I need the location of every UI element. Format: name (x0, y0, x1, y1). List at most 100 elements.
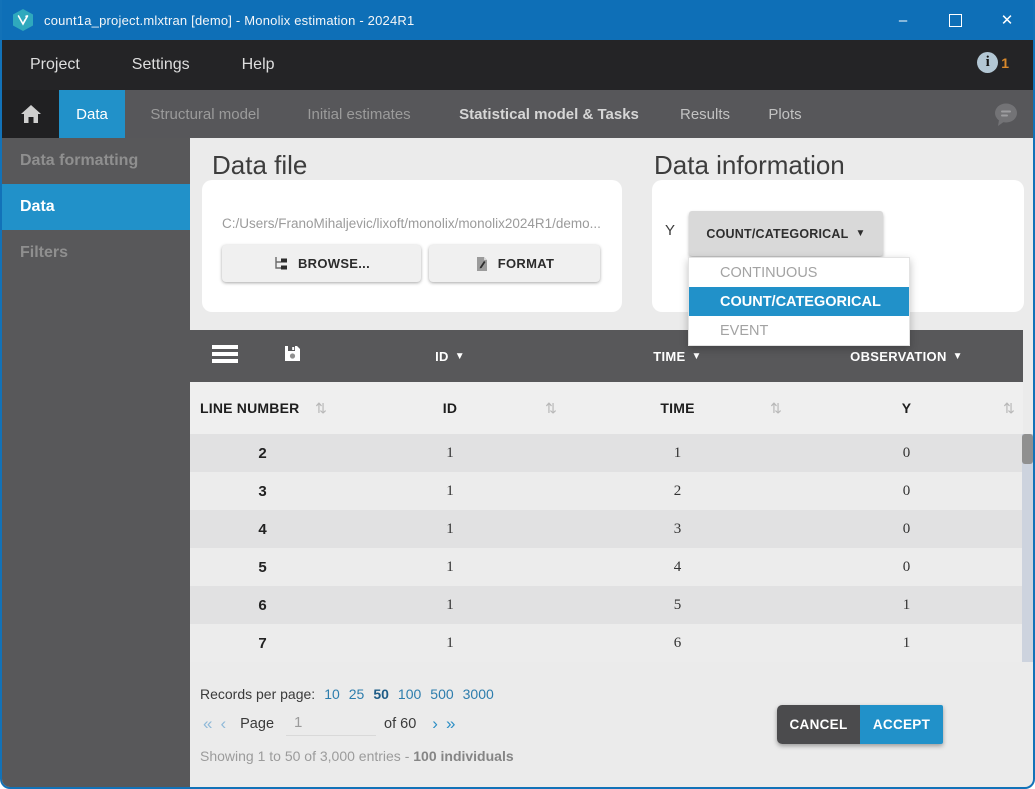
observation-type-menu: CONTINUOUS COUNT/CATEGORICAL EVENT (688, 257, 910, 346)
records-per-page-option[interactable]: 3000 (463, 686, 494, 702)
data-table: ID▼ TIME▼ OBSERVATION▼ LINE NUMBER⇅ ID⇅ … (190, 330, 1023, 662)
title-bar: count1a_project.mlxtran [demo] - Monolix… (2, 0, 1033, 40)
first-page-button[interactable]: « (199, 714, 216, 734)
chevron-down-icon: ▼ (692, 351, 702, 362)
table-cell: 3 (190, 483, 335, 500)
table-body: 211031204130514061517161 (190, 434, 1023, 662)
table-cell: 2 (565, 483, 790, 500)
format-file-icon (475, 256, 489, 272)
info-icon: i (977, 52, 998, 73)
records-per-page-option[interactable]: 25 (349, 686, 365, 702)
column-header-id[interactable]: ID⇅ (335, 382, 565, 434)
data-information-heading: Data information (654, 150, 845, 181)
tab-structural-model[interactable]: Structural model (142, 90, 268, 138)
menu-settings[interactable]: Settings (120, 52, 202, 78)
data-file-heading: Data file (212, 150, 307, 181)
page-number-input[interactable] (286, 712, 376, 736)
table-cell: 4 (190, 521, 335, 538)
close-button[interactable]: ✕ (981, 0, 1033, 40)
table-save-button[interactable] (284, 345, 301, 367)
prev-page-button[interactable]: ‹ (216, 714, 230, 734)
table-cell: 1 (335, 635, 565, 652)
column-header-y[interactable]: Y⇅ (790, 382, 1023, 434)
minimize-button[interactable]: – (877, 0, 929, 40)
sort-icon[interactable]: ⇅ (1003, 400, 1015, 417)
data-file-card: C:/Users/FranoMihaljevic/lixoft/monolix/… (202, 180, 622, 312)
individuals-count: 100 individuals (413, 748, 513, 764)
sidebar-item-data-formatting[interactable]: Data formatting (2, 138, 190, 184)
records-per-page-option[interactable]: 50 (373, 686, 389, 702)
table-cell: 4 (565, 559, 790, 576)
page-of-label: of 60 (384, 716, 416, 732)
home-button[interactable] (2, 90, 59, 138)
data-file-path: C:/Users/FranoMihaljevic/lixoft/monolix/… (222, 216, 606, 231)
menu-option-continuous[interactable]: CONTINUOUS (689, 258, 909, 287)
format-button[interactable]: FORMAT (429, 245, 600, 282)
cancel-button[interactable]: CANCEL (777, 705, 860, 744)
records-options: 10 25 50 100 500 3000 (324, 686, 494, 702)
chevron-down-icon: ▼ (953, 351, 963, 362)
table-scrollbar[interactable] (1022, 434, 1033, 662)
info-count: 1 (1001, 55, 1009, 71)
menu-help[interactable]: Help (230, 52, 287, 78)
pagination: « ‹ Page of 60 › » (199, 712, 459, 736)
menu-option-count-categorical[interactable]: COUNT/CATEGORICAL (689, 287, 909, 316)
menu-bar: Project Settings Help i 1 (2, 40, 1033, 90)
table-header-row: LINE NUMBER⇅ ID⇅ TIME⇅ Y⇅ (190, 382, 1023, 434)
browse-button[interactable]: BROWSE... (222, 245, 421, 282)
showing-entries-text: Showing 1 to 50 of 3,000 entries - 100 i… (200, 748, 514, 764)
sidebar-item-filters[interactable]: Filters (2, 230, 190, 276)
table-cell: 7 (190, 635, 335, 652)
sort-icon[interactable]: ⇅ (315, 400, 327, 417)
records-per-page-option[interactable]: 500 (430, 686, 453, 702)
time-column-dropdown[interactable]: TIME▼ (565, 349, 790, 364)
table-cell: 0 (790, 445, 1023, 462)
column-header-time[interactable]: TIME⇅ (565, 382, 790, 434)
scrollbar-thumb[interactable] (1022, 434, 1033, 464)
page-label: Page (240, 716, 274, 732)
save-icon (284, 345, 301, 362)
observation-type-dropdown[interactable]: COUNT/CATEGORICAL ▼ (689, 211, 883, 256)
notifications-badge[interactable]: i 1 (977, 52, 1009, 73)
records-per-page-option[interactable]: 100 (398, 686, 421, 702)
records-per-page-option[interactable]: 10 (324, 686, 340, 702)
table-row: 3120 (190, 472, 1023, 510)
sort-icon[interactable]: ⇅ (770, 400, 782, 417)
table-cell: 0 (790, 559, 1023, 576)
chevron-down-icon: ▼ (855, 228, 865, 239)
column-header-line-number[interactable]: LINE NUMBER⇅ (190, 382, 335, 434)
table-cell: 1 (790, 635, 1023, 652)
tab-results[interactable]: Results (676, 90, 734, 138)
records-per-page: Records per page: 1025501005003000 (200, 686, 494, 702)
table-cell: 0 (790, 483, 1023, 500)
chat-icon (993, 101, 1019, 127)
table-cell: 5 (190, 559, 335, 576)
tab-statistical-model-tasks[interactable]: Statistical model & Tasks (451, 90, 647, 138)
table-row: 2110 (190, 434, 1023, 472)
table-cell: 1 (335, 521, 565, 538)
id-column-dropdown[interactable]: ID▼ (335, 349, 565, 364)
menu-option-event[interactable]: EVENT (689, 316, 909, 345)
chevron-down-icon: ▼ (455, 351, 465, 362)
last-page-button[interactable]: » (442, 714, 459, 734)
table-row: 6151 (190, 586, 1023, 624)
tab-data[interactable]: Data (59, 90, 125, 138)
menu-project[interactable]: Project (18, 52, 92, 78)
maximize-icon (949, 14, 962, 27)
sidebar-item-data[interactable]: Data (2, 184, 190, 230)
table-cell: 1 (335, 483, 565, 500)
sort-icon[interactable]: ⇅ (545, 400, 557, 417)
table-cell: 6 (190, 597, 335, 614)
tab-plots[interactable]: Plots (760, 90, 810, 138)
observation-column-dropdown[interactable]: OBSERVATION▼ (790, 349, 1023, 364)
maximize-button[interactable] (929, 0, 981, 40)
feedback-chat-button[interactable] (993, 101, 1019, 132)
next-page-button[interactable]: › (428, 714, 442, 734)
tab-initial-estimates[interactable]: Initial estimates (298, 90, 420, 138)
table-menu-button[interactable] (212, 344, 238, 369)
table-cell: 1 (565, 445, 790, 462)
table-cell: 1 (335, 445, 565, 462)
accept-button[interactable]: ACCEPT (860, 705, 943, 744)
table-cell: 5 (565, 597, 790, 614)
monolix-logo-icon (12, 8, 34, 32)
